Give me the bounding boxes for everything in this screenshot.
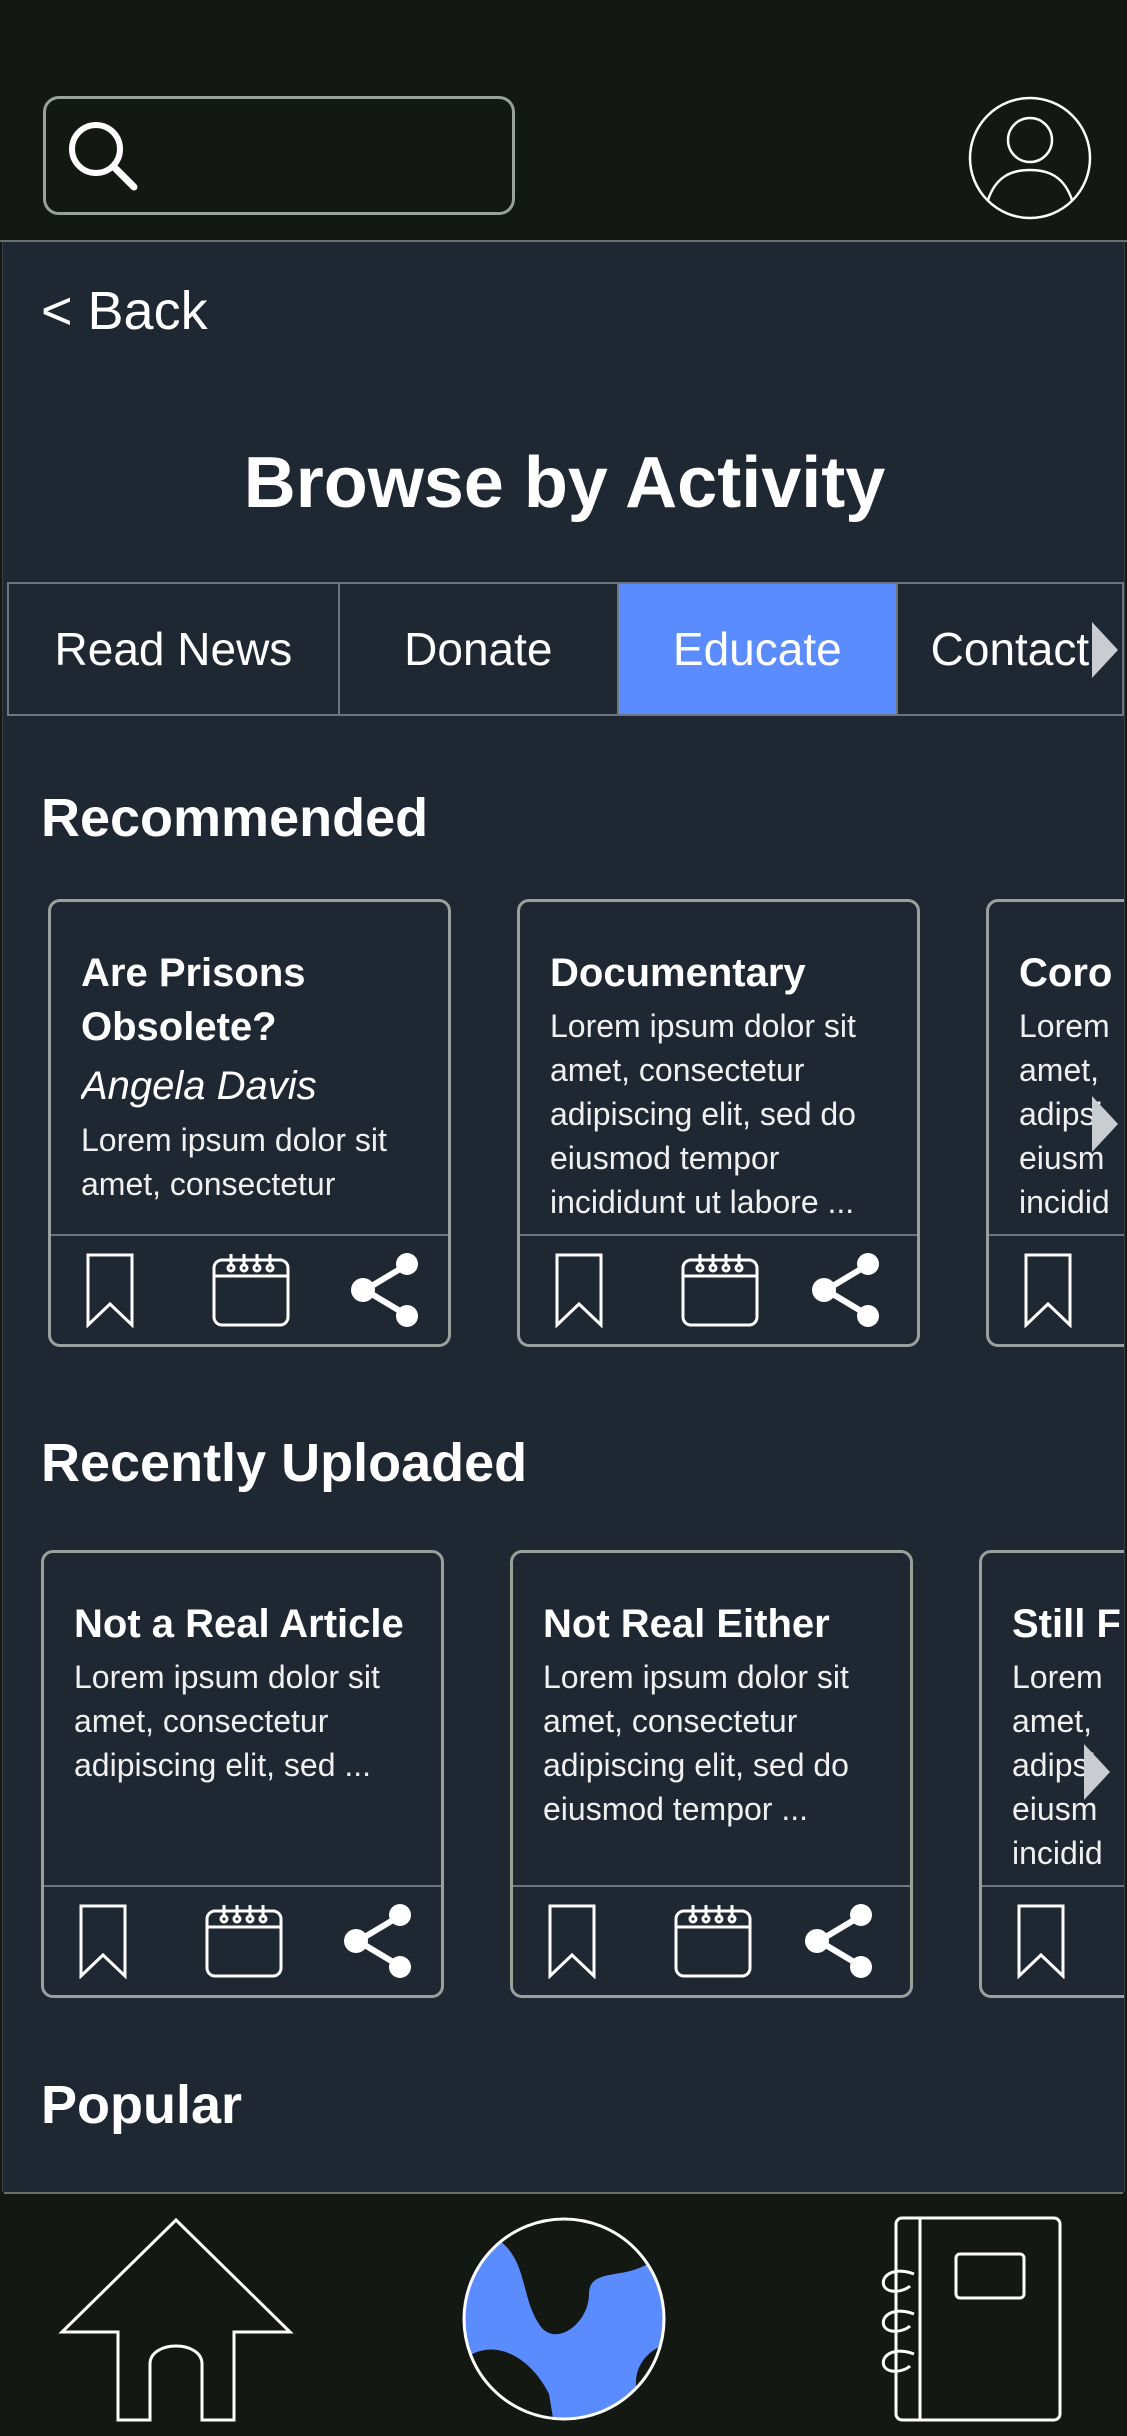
- card-actions: [982, 1885, 1124, 1995]
- search-icon: [69, 122, 138, 191]
- home-icon[interactable]: [56, 2214, 296, 2424]
- card-recommended-2[interactable]: Documentary Lorem ipsum dolor sit amet, …: [517, 899, 920, 1347]
- share-icon[interactable]: [342, 1903, 414, 1979]
- user-avatar-icon: [968, 96, 1092, 220]
- card-text: Lorem ipsum dolor sit amet, consectetur …: [543, 1659, 849, 1827]
- card-title: Not a Real Article: [74, 1602, 404, 1646]
- bottom-nav: [4, 2192, 1123, 2436]
- card-title: Not Real Either: [543, 1602, 830, 1646]
- card-text: Lorem ipsum dolor sit amet, consectetur …: [74, 1659, 380, 1783]
- back-link[interactable]: < Back: [41, 280, 208, 342]
- card-title: Documentary: [550, 951, 806, 995]
- card-recommended-1[interactable]: Are Prisons Obsolete? Angela Davis Lorem…: [48, 899, 451, 1347]
- calendar-icon[interactable]: [211, 1252, 291, 1328]
- card-content: Are Prisons Obsolete? Angela Davis Lorem…: [81, 946, 432, 1246]
- bookmark-icon[interactable]: [1016, 1903, 1066, 1979]
- scroll-right-arrow-icon[interactable]: [1082, 1742, 1112, 1802]
- bookmark-icon[interactable]: [554, 1252, 604, 1328]
- card-content: Not Real Either Lorem ipsum dolor sit am…: [543, 1597, 894, 1897]
- activity-tabs: Read News Donate Educate Contact: [7, 582, 1124, 716]
- card-author: Angela Davis: [81, 1064, 317, 1108]
- profile-avatar[interactable]: [968, 96, 1092, 220]
- calendar-icon[interactable]: [204, 1903, 284, 1979]
- share-icon[interactable]: [349, 1252, 421, 1328]
- card-title: Coro: [1019, 951, 1113, 995]
- card-title: Still F: [1012, 1602, 1121, 1646]
- bookmark-icon[interactable]: [78, 1903, 128, 1979]
- globe-icon[interactable]: [459, 2214, 669, 2424]
- section-title-popular: Popular: [41, 2075, 243, 2135]
- card-title: Are Prisons Obsolete?: [81, 951, 306, 1049]
- bookmark-icon[interactable]: [85, 1252, 135, 1328]
- section-title-recommended: Recommended: [41, 788, 429, 848]
- bookmark-icon[interactable]: [547, 1903, 597, 1979]
- card-content: Not a Real Article Lorem ipsum dolor sit…: [74, 1597, 425, 1897]
- calendar-icon[interactable]: [673, 1903, 753, 1979]
- tab-read-news[interactable]: Read News: [9, 584, 340, 714]
- scroll-right-arrow-icon[interactable]: [1090, 1094, 1120, 1154]
- tab-donate[interactable]: Donate: [340, 584, 619, 714]
- top-bar: [0, 0, 1127, 242]
- card-text: Lorem ipsum dolor sit amet, consectetur: [81, 1122, 387, 1202]
- card-actions: [44, 1885, 441, 1995]
- share-icon[interactable]: [810, 1252, 882, 1328]
- search-input[interactable]: [43, 96, 515, 215]
- main-content: < Back Browse by Activity Read News Dona…: [2, 242, 1125, 2192]
- card-content: Documentary Lorem ipsum dolor sit amet, …: [550, 946, 901, 1246]
- tab-educate[interactable]: Educate: [618, 584, 898, 714]
- bookmark-icon[interactable]: [1023, 1252, 1073, 1328]
- calendar-icon[interactable]: [680, 1252, 760, 1328]
- card-actions: [513, 1885, 910, 1995]
- card-actions: [520, 1234, 917, 1344]
- card-recent-2[interactable]: Not Real Either Lorem ipsum dolor sit am…: [510, 1550, 913, 1998]
- card-text: Lorem ipsum dolor sit amet, consectetur …: [550, 1008, 856, 1220]
- share-icon[interactable]: [803, 1903, 875, 1979]
- notebook-icon[interactable]: [874, 2214, 1064, 2424]
- section-title-recently-uploaded: Recently Uploaded: [41, 1433, 528, 1493]
- card-actions: [51, 1234, 448, 1344]
- card-recent-1[interactable]: Not a Real Article Lorem ipsum dolor sit…: [41, 1550, 444, 1998]
- scroll-right-arrow-icon[interactable]: [1090, 620, 1120, 680]
- card-actions: [989, 1234, 1124, 1344]
- page-title: Browse by Activity: [243, 443, 886, 523]
